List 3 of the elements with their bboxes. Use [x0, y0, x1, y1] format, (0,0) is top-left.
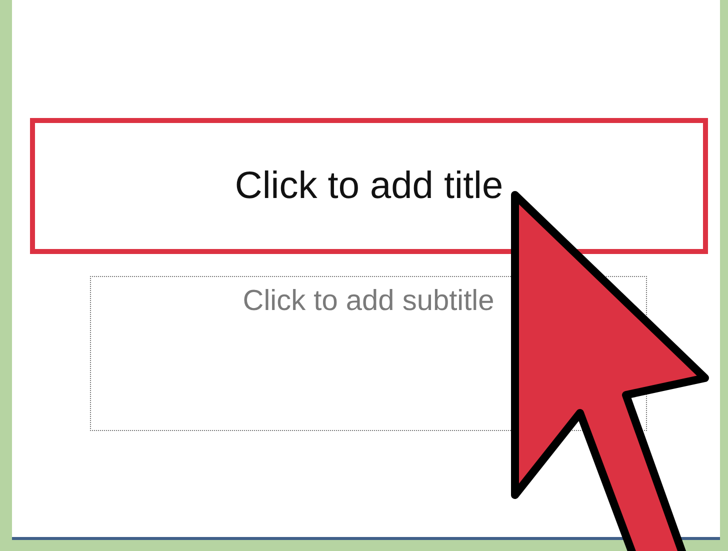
title-text: Click to add title	[234, 164, 504, 208]
subtitle-text: Click to add subtitle	[242, 285, 494, 318]
title-placeholder[interactable]: Click to add title	[30, 118, 708, 254]
